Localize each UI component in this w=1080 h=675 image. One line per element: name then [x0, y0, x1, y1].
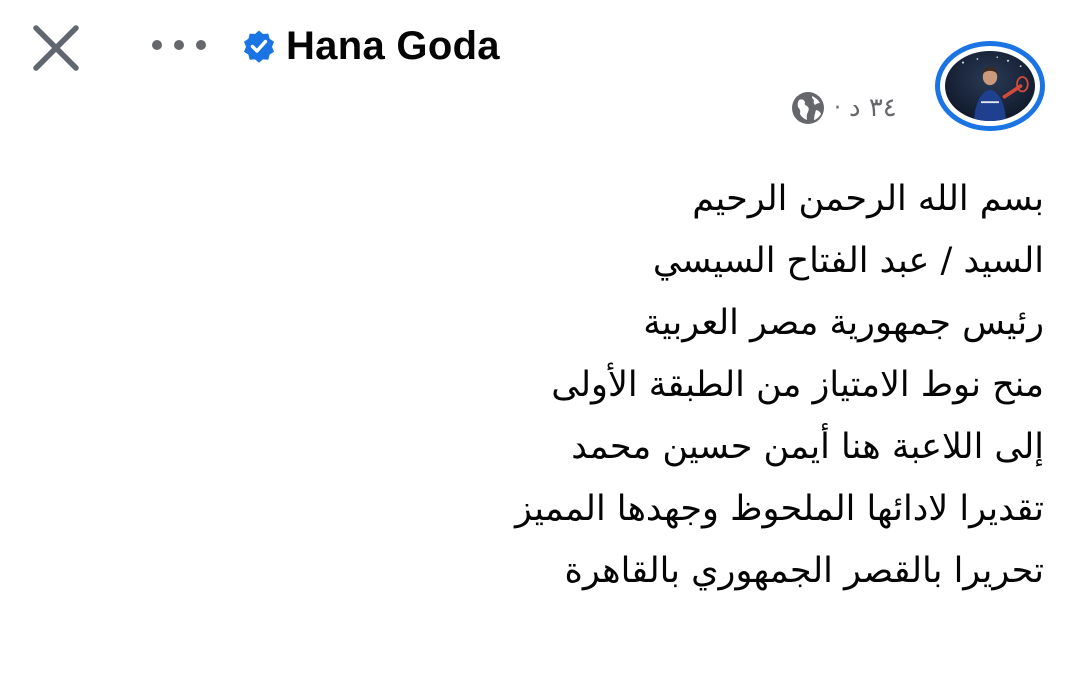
post-time[interactable]: ٣٤ د	[849, 93, 897, 123]
more-options-icon	[152, 40, 206, 50]
post-text: بسم الله الرحمن الرحيم السيد / عبد الفتا…	[404, 168, 1044, 602]
post-line: السيد / عبد الفتاح السيسي	[652, 241, 1044, 281]
close-button[interactable]	[30, 22, 82, 74]
post-meta: · ٣٤ د	[790, 88, 897, 128]
close-icon	[33, 25, 79, 71]
post-line: تقديرا لادائها الملحوظ وجهدها المميز	[514, 489, 1044, 529]
profile-photo	[945, 51, 1035, 121]
post-line: إلى اللاعبة هنا أيمن حسين محمد	[571, 427, 1044, 467]
post-line: منح نوط الامتياز من الطبقة الأولى	[551, 365, 1044, 405]
more-options-button[interactable]	[148, 28, 212, 62]
post-line: رئيس جمهورية مصر العربية	[643, 303, 1044, 343]
avatar[interactable]	[935, 41, 1045, 131]
author-name[interactable]: Hana Goda	[286, 24, 500, 69]
post-line: تحريرا بالقصر الجمهوري بالقاهرة	[564, 551, 1044, 591]
post-line: بسم الله الرحمن الرحيم	[692, 179, 1044, 219]
verified-badge-icon	[244, 30, 274, 63]
post-author[interactable]: Hana Goda	[242, 20, 500, 72]
globe-icon[interactable]	[790, 90, 826, 126]
meta-separator: ·	[834, 95, 841, 121]
